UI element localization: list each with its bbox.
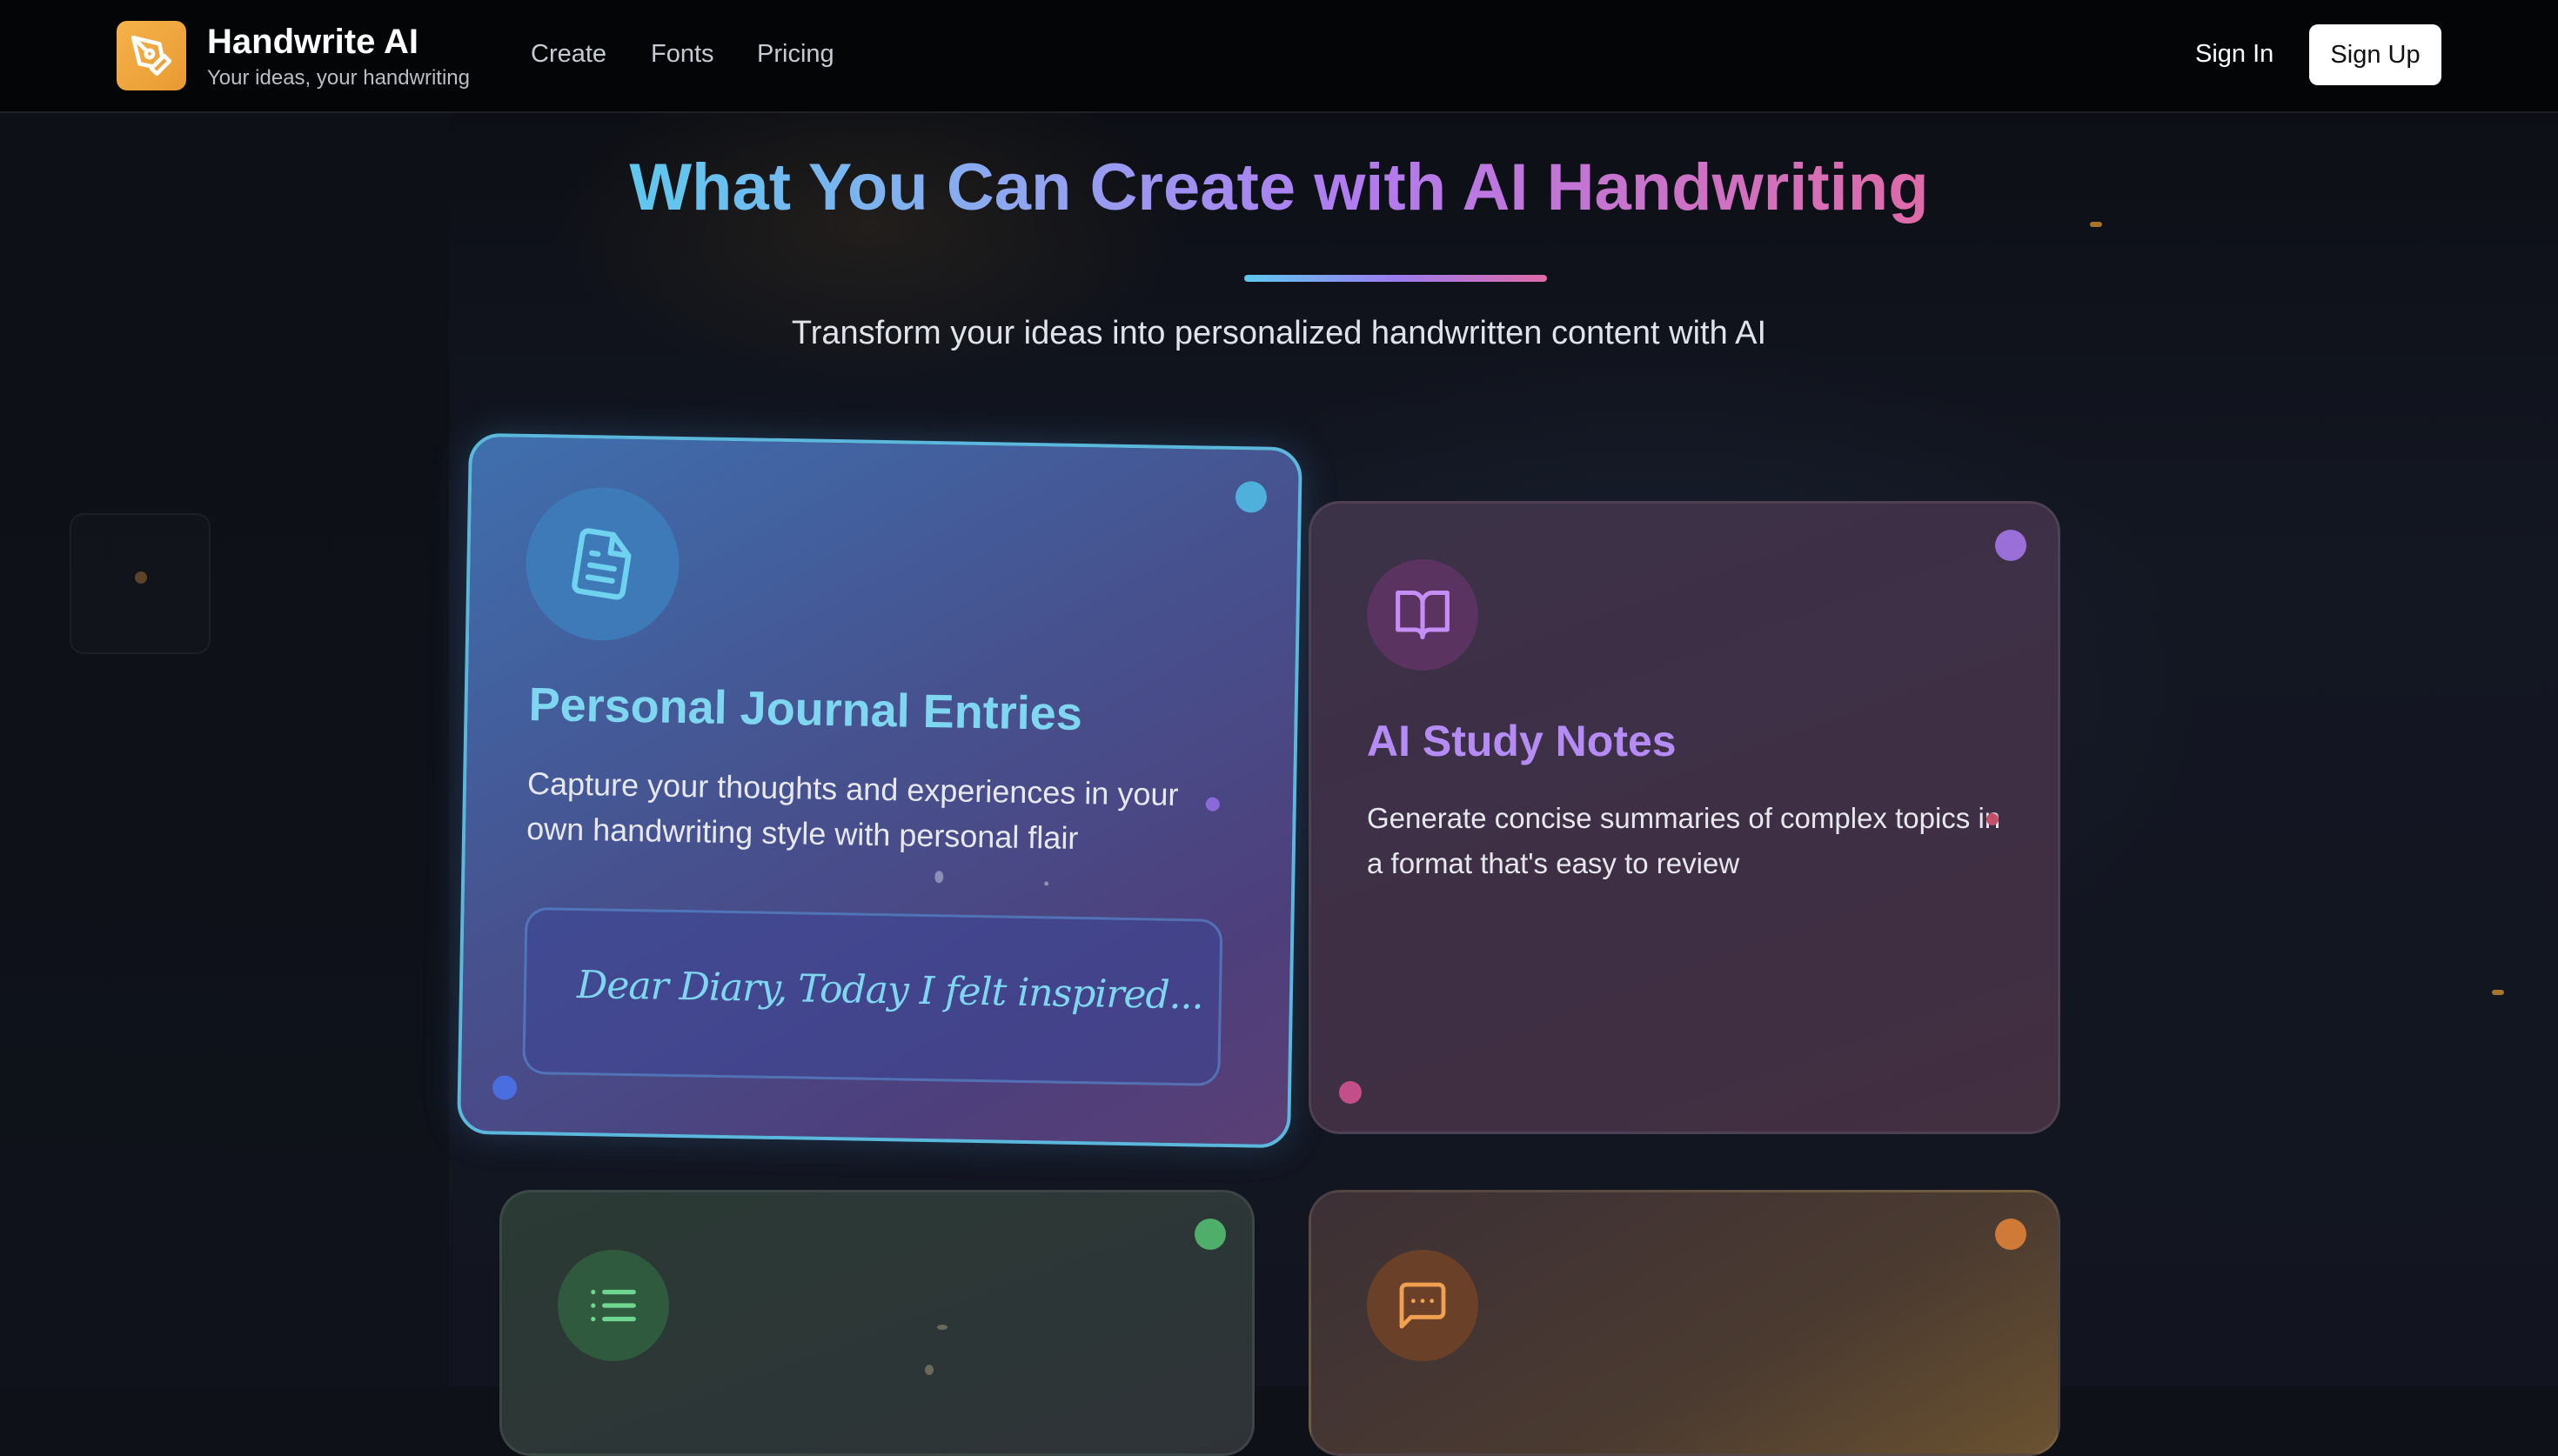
- card-icon-container: [1367, 559, 1478, 671]
- card-title: AI Study Notes: [1367, 717, 1677, 765]
- corner-dot: [1995, 530, 2026, 561]
- card-icon-container: [524, 485, 681, 642]
- brand-tagline: Your ideas, your handwriting: [207, 66, 470, 90]
- brand-name[interactable]: Handwrite AI: [207, 23, 419, 62]
- card-title: Personal Journal Entries: [528, 678, 1083, 741]
- document-icon: [572, 528, 632, 600]
- decorative-box: [70, 513, 211, 654]
- corner-dot: [1195, 1219, 1226, 1250]
- corner-dot: [1995, 1219, 2026, 1250]
- nav-link-pricing[interactable]: Pricing: [757, 40, 834, 69]
- card-chat[interactable]: [1309, 1190, 2060, 1456]
- title-divider: [1244, 275, 1547, 282]
- logo-pen-icon[interactable]: [117, 21, 186, 90]
- card-list[interactable]: [499, 1190, 1255, 1456]
- section-title: What You Can Create with AI Handwriting: [0, 150, 2558, 225]
- decorative-mote: [937, 1325, 948, 1330]
- decorative-spark: [2492, 990, 2504, 995]
- card-icon-container: [558, 1250, 669, 1361]
- decorative-dot: [135, 571, 147, 584]
- nav-link-create[interactable]: Create: [531, 40, 606, 69]
- corner-dot: [1339, 1081, 1362, 1104]
- nav-link-fonts[interactable]: Fonts: [651, 40, 714, 69]
- decorative-mote: [1986, 813, 1999, 825]
- decorative-mote: [925, 1365, 934, 1375]
- section-title-text: What You Can Create with AI Handwriting: [629, 150, 1929, 224]
- card-description: Generate concise summaries of complex to…: [1367, 802, 2001, 879]
- card-description: Capture your thoughts and experiences in…: [526, 765, 1179, 856]
- sign-in-link[interactable]: Sign In: [2195, 40, 2273, 69]
- corner-dot: [1235, 481, 1268, 513]
- handwriting-sample-text: Dear Diary, Today I felt inspired...: [576, 962, 1204, 1019]
- decorative-mote: [1044, 881, 1049, 886]
- list-icon: [591, 1289, 636, 1322]
- card-icon-container: [1367, 1250, 1478, 1361]
- handwriting-sample-box: Dear Diary, Today I felt inspired...: [522, 906, 1223, 1086]
- sign-up-button[interactable]: Sign Up: [2309, 24, 2441, 85]
- card-ai-study-notes[interactable]: AI Study Notes Generate concise summarie…: [1309, 501, 2060, 1134]
- book-open-icon: [1396, 590, 1450, 640]
- section-subtitle: Transform your ideas into personalized h…: [791, 315, 1767, 351]
- card-personal-journal[interactable]: Personal Journal Entries Capture your th…: [457, 432, 1302, 1149]
- decorative-mote: [934, 871, 944, 884]
- corner-dot: [492, 1075, 518, 1100]
- left-side-panel: [0, 111, 449, 1386]
- chat-icon: [1399, 1282, 1446, 1329]
- top-navigation-bar: Handwrite AI Your ideas, your handwritin…: [0, 0, 2558, 113]
